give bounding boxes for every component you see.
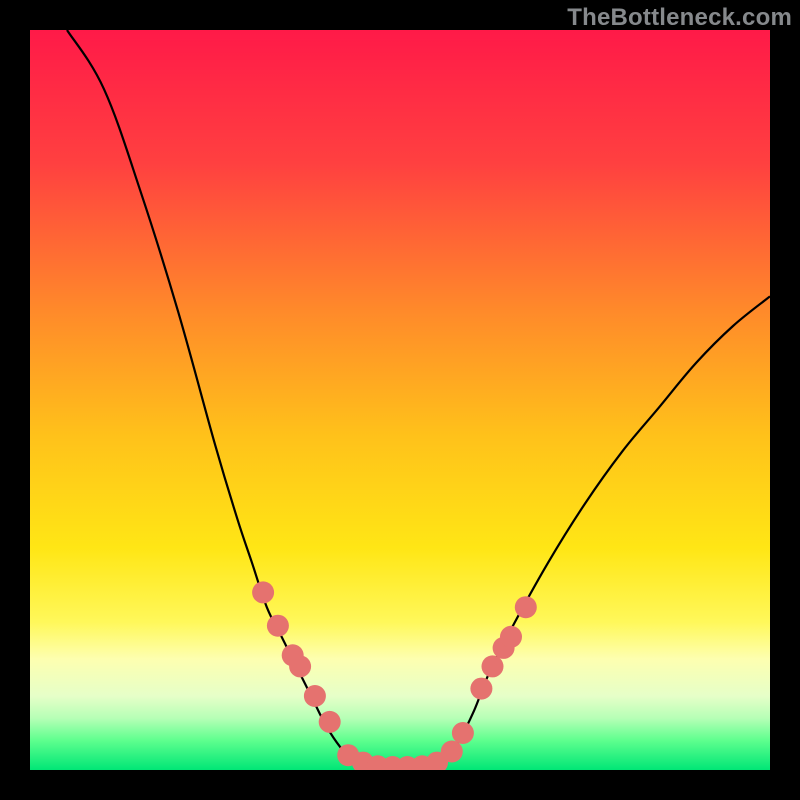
data-point bbox=[252, 581, 274, 603]
data-point bbox=[452, 722, 474, 744]
data-point bbox=[441, 741, 463, 763]
chart-background bbox=[30, 30, 770, 770]
chart-container: TheBottleneck.com bbox=[0, 0, 800, 800]
data-point bbox=[470, 678, 492, 700]
watermark-text: TheBottleneck.com bbox=[567, 4, 792, 32]
data-point bbox=[267, 615, 289, 637]
data-point bbox=[500, 626, 522, 648]
data-point bbox=[482, 655, 504, 677]
data-point bbox=[289, 655, 311, 677]
data-point bbox=[319, 711, 341, 733]
data-point bbox=[515, 596, 537, 618]
bottleneck-chart bbox=[30, 30, 770, 770]
data-point bbox=[304, 685, 326, 707]
